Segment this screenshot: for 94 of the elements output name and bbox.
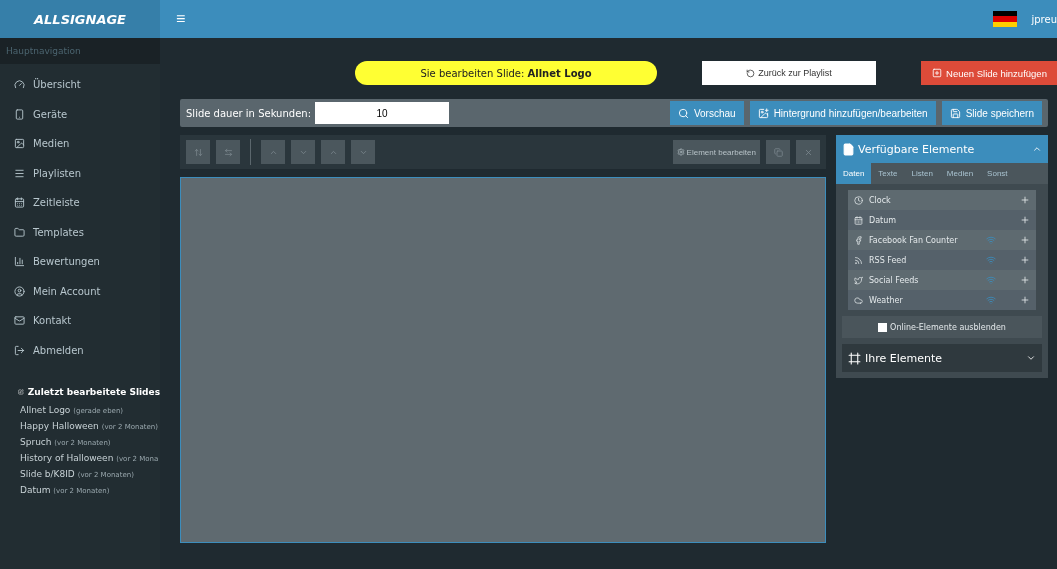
up-down-arrow-icon xyxy=(193,147,203,157)
duration-field[interactable]: 10 xyxy=(315,102,449,124)
chevron-up-icon xyxy=(1032,144,1042,154)
sidebar-item[interactable]: Bewertungen xyxy=(0,247,160,277)
duration-label: Slide dauer in Sekunden: xyxy=(186,107,311,119)
copy-icon xyxy=(773,147,783,157)
horizontal-resize-button[interactable] xyxy=(216,140,240,164)
sidebar-item[interactable]: Kontakt xyxy=(0,306,160,336)
gauge-icon xyxy=(14,79,25,91)
element-name: Datum xyxy=(869,215,897,225)
element-row[interactable]: Weather xyxy=(848,290,1036,310)
undo-icon xyxy=(746,68,756,78)
action-button[interactable]: Hintergrund hinzufügen/bearbeiten xyxy=(749,101,936,125)
add-icon[interactable] xyxy=(1020,255,1030,265)
calendar-icon xyxy=(854,215,863,225)
move-down-button[interactable] xyxy=(291,140,315,164)
add-icon[interactable] xyxy=(1020,275,1030,285)
action-button[interactable]: Vorschau xyxy=(669,101,744,125)
delete-button[interactable] xyxy=(796,140,820,164)
app-logo[interactable]: ALLSIGNAGE xyxy=(0,0,160,38)
element-button[interactable]: Element bearbeiten xyxy=(672,140,760,164)
left-right-arrow-icon xyxy=(223,147,233,157)
element-row[interactable]: RSS Feed xyxy=(848,250,1036,270)
new-slide-button[interactable]: Neuen Slide hinzufügen xyxy=(921,61,1057,85)
sidebar-item[interactable]: Zeitleiste xyxy=(0,188,160,218)
logout-icon xyxy=(14,344,25,356)
action-button[interactable]: Slide speichern xyxy=(941,101,1042,125)
search-icon xyxy=(677,107,689,119)
move-bottom-button[interactable] xyxy=(351,140,375,164)
element-row[interactable]: Datum xyxy=(848,210,1036,230)
sidebar-item[interactable]: Templates xyxy=(0,217,160,247)
element-row[interactable]: Clock xyxy=(848,190,1036,210)
add-icon[interactable] xyxy=(1020,295,1030,305)
cloud-icon xyxy=(854,295,863,305)
sidebar-item[interactable]: Medien xyxy=(0,129,160,159)
back-button[interactable]: Zurück zur Playlist xyxy=(702,61,876,85)
flag-icon[interactable] xyxy=(993,11,1018,27)
sidebar-item[interactable]: Mein Account xyxy=(0,276,160,306)
element-row[interactable]: Facebook Fan Counter xyxy=(848,230,1036,250)
move-top-button[interactable] xyxy=(321,140,345,164)
plus-icon xyxy=(932,68,943,78)
element-name: Social Feeds xyxy=(869,275,919,285)
element-name: Clock xyxy=(869,195,891,205)
facebook-icon xyxy=(854,235,863,245)
sidebar-item[interactable]: Geräte xyxy=(0,99,160,129)
vertical-resize-button[interactable] xyxy=(186,140,210,164)
bar-chart-icon xyxy=(14,256,25,268)
panel-header[interactable]: Ihre Elemente xyxy=(842,344,1042,372)
panel-tab[interactable]: Sonst xyxy=(980,163,1015,184)
panel-title: Ihre Elemente xyxy=(865,351,943,365)
element-name: Weather xyxy=(869,295,903,305)
file-icon xyxy=(842,142,855,156)
sidebar-item[interactable]: Playlisten xyxy=(0,158,160,188)
sidebar-item[interactable]: Übersicht xyxy=(0,70,160,100)
list-icon xyxy=(14,167,25,179)
element-name: Facebook Fan Counter xyxy=(869,235,958,245)
panel-tab[interactable]: Texte xyxy=(871,163,905,184)
panel-header[interactable]: Verfügbare Elemente xyxy=(836,135,1048,163)
move-up-button[interactable] xyxy=(261,140,285,164)
recent-title: Zuletzt bearbeitete Slides xyxy=(27,387,160,397)
add-icon[interactable] xyxy=(1020,215,1030,225)
clock-icon xyxy=(854,195,863,205)
menu-toggle[interactable]: ≡ xyxy=(170,10,192,28)
user-icon xyxy=(14,285,25,297)
panel-title: Verfügbare Elemente xyxy=(858,142,975,156)
frame-icon xyxy=(848,351,861,365)
panel-tab[interactable]: Daten xyxy=(836,163,872,184)
save-icon xyxy=(949,107,961,119)
add-icon[interactable] xyxy=(1020,235,1030,245)
element-name: RSS Feed xyxy=(869,255,907,265)
mail-icon xyxy=(14,315,25,327)
user-name[interactable]: jpreu xyxy=(1031,13,1057,25)
copy-button[interactable] xyxy=(766,140,790,164)
rss-icon xyxy=(854,255,863,265)
sidebar-item[interactable]: Abmelden xyxy=(0,335,160,365)
slide-canvas[interactable] xyxy=(180,177,826,543)
checkbox[interactable] xyxy=(878,322,888,332)
add-icon[interactable] xyxy=(1020,195,1030,205)
phone-icon xyxy=(14,108,25,120)
folder-icon xyxy=(14,226,25,238)
panel-tab[interactable]: Medien xyxy=(939,163,981,184)
image-icon xyxy=(14,138,25,150)
panel-tab[interactable]: Listen xyxy=(904,163,940,184)
checkbox-label: Online-Elemente ausblenden xyxy=(890,322,1006,332)
gear-icon xyxy=(676,148,685,156)
chevron-down-icon xyxy=(1026,353,1036,363)
calendar-icon xyxy=(14,197,25,209)
editing-notice: Sie bearbeiten Slide: Allnet Logo xyxy=(355,61,657,85)
edit-icon xyxy=(18,387,24,397)
sidebar-heading: Hauptnavigation xyxy=(0,38,160,64)
bird-icon xyxy=(854,275,863,285)
image-icon xyxy=(757,107,769,119)
element-row[interactable]: Social Feeds xyxy=(848,270,1036,290)
close-icon xyxy=(803,147,813,157)
